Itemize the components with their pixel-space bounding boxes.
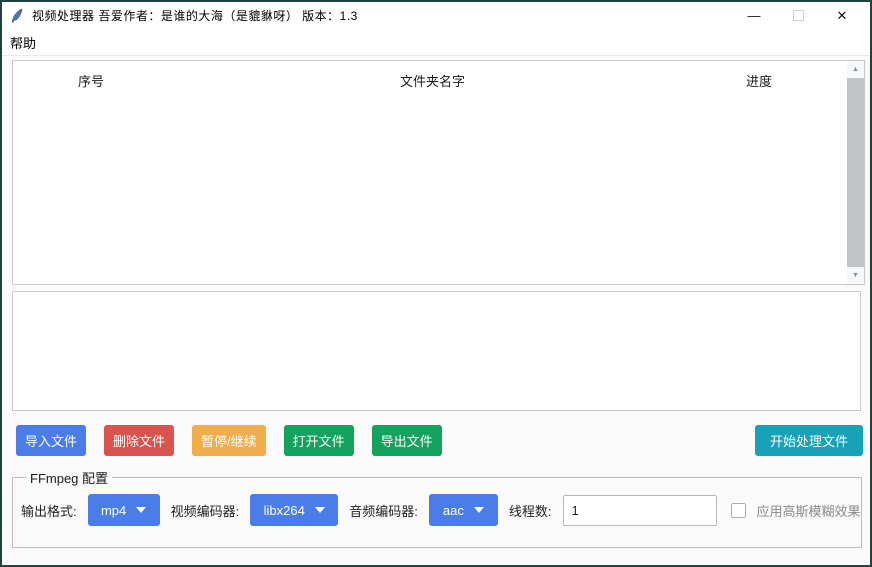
feather-app-icon xyxy=(9,8,25,24)
log-output-area[interactable] xyxy=(12,291,861,411)
gaussian-blur-checkbox[interactable] xyxy=(731,503,746,518)
scroll-down-icon[interactable]: ▼ xyxy=(847,267,864,284)
column-header-folder[interactable]: 文件夹名字 xyxy=(400,71,465,90)
column-header-progress[interactable]: 进度 xyxy=(746,71,772,90)
minimize-button[interactable]: — xyxy=(732,2,776,29)
ffmpeg-config-group: FFmpeg 配置 输出格式: mp4 视频编码器: libx264 音频编码器… xyxy=(12,468,862,548)
close-button[interactable]: ✕ xyxy=(820,2,864,29)
video-encoder-value: libx264 xyxy=(264,503,305,518)
threads-label: 线程数: xyxy=(509,501,552,520)
ffmpeg-config-row: 输出格式: mp4 视频编码器: libx264 音频编码器: aac 线程数:… xyxy=(21,494,861,526)
ffmpeg-config-legend: FFmpeg 配置 xyxy=(26,468,112,487)
audio-encoder-label: 音频编码器: xyxy=(349,501,418,520)
scroll-up-icon[interactable]: ▲ xyxy=(847,61,864,78)
video-encoder-select[interactable]: libx264 xyxy=(250,494,338,526)
menu-item-help[interactable]: 帮助 xyxy=(2,29,44,56)
start-processing-button[interactable]: 开始处理文件 xyxy=(755,425,863,456)
chevron-down-icon xyxy=(315,507,325,513)
file-list-table[interactable]: 序号 文件夹名字 进度 ▲ ▼ xyxy=(12,60,865,285)
video-encoder-label: 视频编码器: xyxy=(171,501,240,520)
window-controls: — ✕ xyxy=(732,2,864,29)
window-title: 视频处理器 吾爱作者：是谁的大海（是貔貅呀） 版本：1.3 xyxy=(32,7,358,24)
toolbar: 导入文件 删除文件 暂停/继续 打开文件 导出文件 xyxy=(16,425,442,456)
open-files-button[interactable]: 打开文件 xyxy=(284,425,354,456)
gaussian-blur-label: 应用高斯模糊效果 xyxy=(757,501,861,520)
chevron-down-icon xyxy=(474,507,484,513)
table-scrollbar[interactable]: ▲ ▼ xyxy=(847,61,864,284)
delete-files-button[interactable]: 删除文件 xyxy=(104,425,174,456)
close-icon: ✕ xyxy=(837,8,848,24)
output-format-label: 输出格式: xyxy=(21,501,77,520)
chevron-down-icon xyxy=(136,507,146,513)
title-bar: 视频处理器 吾爱作者：是谁的大海（是貔貅呀） 版本：1.3 — ✕ xyxy=(2,2,870,29)
export-files-button[interactable]: 导出文件 xyxy=(372,425,442,456)
threads-input[interactable] xyxy=(563,495,717,526)
maximize-button[interactable] xyxy=(776,2,820,29)
column-header-index[interactable]: 序号 xyxy=(78,71,104,90)
scrollbar-thumb[interactable] xyxy=(847,78,864,267)
import-files-button[interactable]: 导入文件 xyxy=(16,425,86,456)
output-format-select[interactable]: mp4 xyxy=(88,494,160,526)
audio-encoder-select[interactable]: aac xyxy=(429,494,498,526)
minimize-icon: — xyxy=(748,8,761,23)
maximize-icon xyxy=(793,10,804,21)
menu-bar: 帮助 xyxy=(2,29,870,56)
audio-encoder-value: aac xyxy=(443,503,464,518)
output-format-value: mp4 xyxy=(101,503,126,518)
app-window: 视频处理器 吾爱作者：是谁的大海（是貔貅呀） 版本：1.3 — ✕ 帮助 序号 … xyxy=(0,0,872,567)
pause-resume-button[interactable]: 暂停/继续 xyxy=(192,425,266,456)
